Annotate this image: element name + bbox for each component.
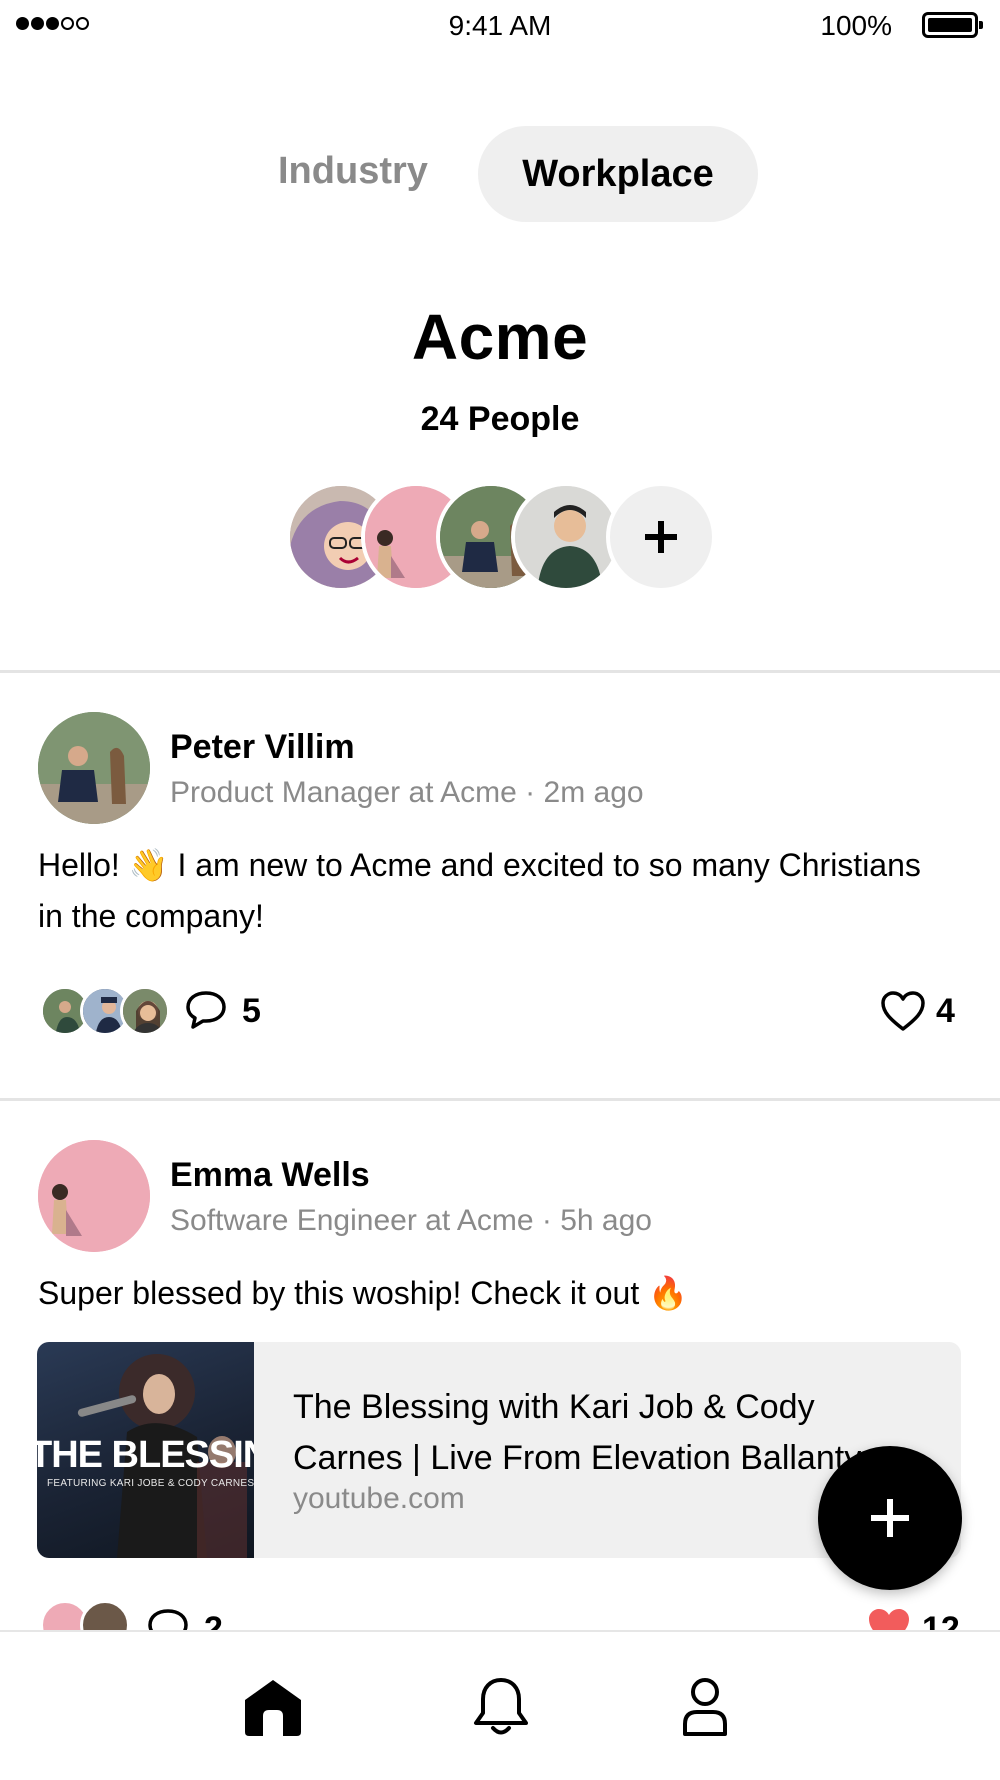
post-author-avatar[interactable] <box>38 712 150 824</box>
add-member-button[interactable] <box>606 482 716 592</box>
bell-icon <box>474 1678 528 1735</box>
plus-icon <box>871 1499 909 1537</box>
battery-percent: 100% <box>820 10 892 41</box>
fire-emoji-icon: 🔥 <box>648 1275 688 1311</box>
battery-icon <box>922 12 983 38</box>
avatar[interactable] <box>511 482 621 592</box>
post-text-part: Hello! <box>38 847 129 883</box>
thumbnail-subtitle: FEATURING KARI JOBE & CODY CARNES <box>47 1478 254 1489</box>
tab-workplace-label: Workplace <box>522 152 714 195</box>
home-icon <box>245 1680 301 1736</box>
group-title: Acme <box>411 301 589 373</box>
post-text: Hello! 👋 I am new to Acme and excited to… <box>38 840 938 942</box>
person-icon <box>683 1678 727 1736</box>
post-meta: Software Engineer at Acme · 5h ago <box>170 1204 652 1237</box>
avatar <box>120 986 170 1036</box>
new-post-button[interactable] <box>818 1446 962 1590</box>
bottom-nav <box>0 1630 1000 1780</box>
link-thumbnail: THE BLESSING FEATURING KARI JOBE & CODY … <box>37 1342 254 1558</box>
post-meta: Product Manager at Acme · 2m ago <box>170 776 644 809</box>
member-avatars[interactable] <box>286 482 716 592</box>
comment-count: 5 <box>242 992 261 1030</box>
post-text: Super blessed by this woship! Check it o… <box>38 1268 938 1319</box>
comment-icon <box>186 991 226 1029</box>
commenter-avatars[interactable] <box>40 986 180 1038</box>
post-author-avatar[interactable] <box>38 1140 150 1252</box>
nav-notifications[interactable] <box>466 1672 536 1742</box>
divider <box>0 1098 1000 1101</box>
comment-button[interactable] <box>184 988 228 1037</box>
tab-workplace[interactable]: Workplace <box>478 126 758 222</box>
nav-profile[interactable] <box>670 1672 740 1742</box>
heart-icon <box>881 991 925 1031</box>
like-count: 4 <box>936 992 955 1030</box>
post-author-name[interactable]: Emma Wells <box>170 1156 370 1195</box>
link-domain: youtube.com <box>293 1482 465 1515</box>
people-count[interactable]: 24 People <box>0 400 1000 439</box>
people-count-label: 24 People <box>420 400 580 438</box>
tab-industry[interactable]: Industry <box>278 150 428 193</box>
plus-icon <box>645 521 677 553</box>
status-bar: 9:41 AM 100% <box>0 0 1000 52</box>
nav-home[interactable] <box>238 1672 308 1742</box>
like-button[interactable] <box>880 990 926 1037</box>
divider <box>0 670 1000 673</box>
post-text-part: I am new to Acme and excited to so many … <box>38 847 921 934</box>
post-author-name[interactable]: Peter Villim <box>170 728 355 767</box>
thumbnail-title: THE BLESSING <box>37 1434 254 1476</box>
wave-emoji-icon: 👋 <box>128 847 169 883</box>
post-text-part: Super blessed by this woship! Check it o… <box>38 1275 649 1311</box>
